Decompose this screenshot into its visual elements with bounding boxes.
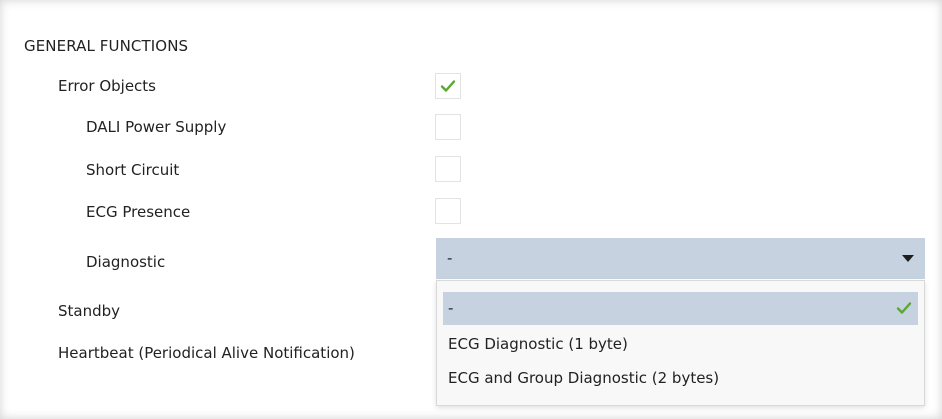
error-objects-checkbox[interactable]	[435, 73, 461, 99]
parameters-panel: GENERAL FUNCTIONS Error Objects DALI Pow…	[0, 0, 942, 419]
dropdown-option-ecg-diagnostic[interactable]: ECG Diagnostic (1 byte)	[443, 328, 918, 361]
diagnostic-dropdown-list: - ECG Diagnostic (1 byte) ECG and Group …	[436, 280, 925, 406]
ecg-presence-checkbox[interactable]	[435, 198, 461, 224]
dali-power-supply-label: DALI Power Supply	[86, 118, 227, 136]
dropdown-option-label: ECG and Group Diagnostic (2 bytes)	[448, 369, 720, 387]
diagnostic-label: Diagnostic	[86, 253, 166, 271]
short-circuit-label: Short Circuit	[86, 161, 180, 179]
error-objects-label: Error Objects	[58, 77, 156, 95]
section-title: GENERAL FUNCTIONS	[24, 37, 189, 55]
dropdown-option-label: -	[448, 299, 454, 317]
short-circuit-checkbox[interactable]	[435, 156, 461, 182]
check-icon	[896, 302, 912, 314]
chevron-down-icon[interactable]	[902, 255, 914, 262]
diagnostic-select[interactable]: -	[436, 238, 925, 279]
dropdown-option-none[interactable]: -	[443, 292, 918, 325]
check-icon	[440, 80, 456, 92]
diagnostic-select-value: -	[447, 249, 453, 267]
dropdown-option-ecg-group-diagnostic[interactable]: ECG and Group Diagnostic (2 bytes)	[443, 362, 918, 395]
dali-power-supply-checkbox[interactable]	[435, 114, 461, 140]
dropdown-option-label: ECG Diagnostic (1 byte)	[448, 335, 628, 353]
ecg-presence-label: ECG Presence	[86, 203, 191, 221]
standby-label: Standby	[58, 302, 121, 320]
heartbeat-label: Heartbeat (Periodical Alive Notification…	[58, 344, 355, 362]
